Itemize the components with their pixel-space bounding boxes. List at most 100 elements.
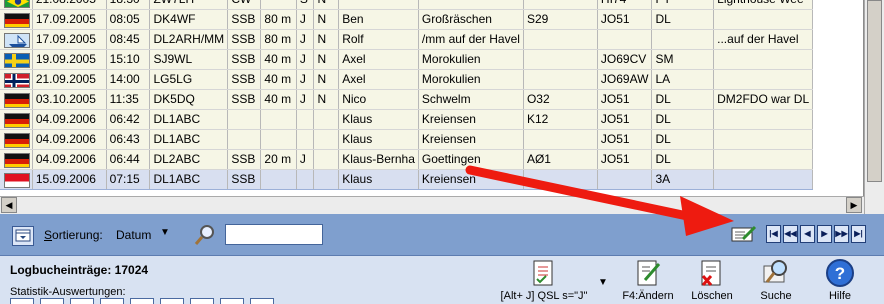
search-button[interactable]: Suche	[748, 258, 804, 302]
cell-qth: Kreiensen	[418, 109, 524, 130]
delete-button[interactable]: Löschen	[684, 258, 740, 302]
nav-prev-page-icon[interactable]: ◀◀	[783, 225, 798, 243]
vertical-scroll-thumb[interactable]	[867, 0, 882, 182]
flag-de-icon	[4, 113, 30, 128]
stat-box[interactable]	[190, 298, 214, 304]
cell-country: PT	[651, 0, 715, 10]
cell-time: 18:30	[106, 0, 151, 10]
flag-cell	[0, 0, 33, 10]
table-row[interactable]: 17.09.2005 08:05 DK4WF SSB 80 m J N Ben Großräsc…	[0, 9, 863, 30]
cell-mode	[227, 129, 262, 150]
edit-document-icon	[633, 258, 663, 288]
cell-mode: SSB	[227, 49, 262, 70]
flag-de-icon	[4, 153, 30, 168]
stat-box[interactable]	[250, 298, 274, 304]
grid-options-icon[interactable]	[12, 226, 34, 246]
edit-record-icon[interactable]	[731, 224, 757, 244]
table-row-selected[interactable]: 15.09.2006 07:15 DL1ABC SSB Klaus Kreiensen 3A	[0, 169, 863, 190]
cell-qth: Schwelm	[418, 89, 524, 110]
vertical-scrollbar[interactable]	[864, 0, 884, 214]
nav-first-icon[interactable]: |◀	[766, 225, 781, 243]
cell-date: 04.09.2006	[32, 149, 107, 170]
cell-q2: N	[313, 49, 340, 70]
sort-label: Sortierung:	[44, 228, 103, 242]
qsl-button[interactable]: [Alt+ J] QSL s="J"	[494, 258, 594, 302]
help-button[interactable]: ? Hilfe	[812, 258, 868, 302]
cell-name: Klaus	[338, 109, 419, 130]
flag-de-icon	[4, 93, 30, 108]
stat-box[interactable]	[70, 298, 94, 304]
cell-loc: JO51	[597, 129, 653, 150]
stat-box[interactable]	[10, 298, 34, 304]
cell-band	[260, 109, 297, 130]
cell-mode: CW	[227, 0, 262, 10]
cell-call: SJ9WL	[149, 49, 229, 70]
flag-de-icon	[4, 13, 30, 28]
cell-call: DL1ABC	[149, 169, 229, 190]
record-navigator: |◀ ◀◀ ◀ ▶ ▶▶ ▶|	[766, 225, 866, 243]
cell-name: Axel	[338, 49, 419, 70]
logbook-grid[interactable]: 21.08.200518:30ZW7LHCWSNHI74PTLighthouse…	[0, 0, 864, 196]
cell-dok	[523, 29, 598, 50]
stat-box[interactable]	[40, 298, 64, 304]
cell-country	[651, 29, 715, 50]
cell-q1: J	[296, 9, 315, 30]
table-row[interactable]: 19.09.2005 15:10 SJ9WL SSB 40 m J N Axel Morokul…	[0, 49, 863, 70]
cell-name: Rolf	[338, 29, 419, 50]
table-row[interactable]: 21.08.200518:30ZW7LHCW SN HI74PTLighthouse…	[0, 0, 863, 10]
edit-button[interactable]: F4:Ändern	[620, 258, 676, 302]
horizontal-scrollbar[interactable]: ◀ ▶	[0, 196, 864, 214]
cell-call: DK4WF	[149, 9, 229, 30]
nav-prev-icon[interactable]: ◀	[800, 225, 815, 243]
cell-band: 40 m	[260, 89, 297, 110]
cell-call: DL1ABC	[149, 129, 229, 150]
cell-date: 17.09.2005	[32, 29, 107, 50]
cell-qth: Morokulien	[418, 49, 524, 70]
stat-box[interactable]	[160, 298, 184, 304]
flag-cell	[0, 129, 33, 150]
cell-q2	[313, 149, 340, 170]
cell-loc: JO69CV	[597, 49, 653, 70]
cell-remark	[713, 9, 814, 30]
cell-band	[260, 169, 297, 190]
chevron-down-icon[interactable]: ▼	[160, 227, 170, 238]
scroll-left-button[interactable]: ◀	[1, 197, 17, 213]
qsl-dropdown-icon[interactable]: ▼	[598, 277, 608, 288]
stat-box[interactable]	[220, 298, 244, 304]
flag-boat-icon	[4, 33, 30, 48]
cell-remark	[713, 129, 814, 150]
cell-date: 15.09.2006	[32, 169, 107, 190]
table-row[interactable]: 04.09.2006 06:44 DL2ABC SSB 20 m J Klaus-Bernh…	[0, 149, 863, 170]
cell-dok: O32	[523, 89, 598, 110]
scroll-right-button[interactable]: ▶	[846, 197, 862, 213]
cell-mode: SSB	[227, 9, 262, 30]
cell-remark	[713, 49, 814, 70]
cell-name: Nico	[338, 89, 419, 110]
search-magnifier-icon[interactable]	[192, 222, 218, 248]
table-row[interactable]: 04.09.2006 06:42 DL1ABC Klaus Kreiensen K12 JO…	[0, 109, 863, 130]
table-row[interactable]: 21.09.2005 14:00 LG5LG SSB 40 m J N Axel Morokul…	[0, 69, 863, 90]
nav-last-icon[interactable]: ▶|	[851, 225, 866, 243]
search-input[interactable]	[225, 224, 323, 245]
stat-box[interactable]	[100, 298, 124, 304]
cell-call: DK5DQ	[149, 89, 229, 110]
cell-call: DL2ABC	[149, 149, 229, 170]
cell-q2: N	[313, 89, 340, 110]
stat-box[interactable]	[130, 298, 154, 304]
nav-next-icon[interactable]: ▶	[817, 225, 832, 243]
table-row[interactable]: 04.09.2006 06:43 DL1ABC Klaus Kreiensen JO51 D…	[0, 129, 863, 150]
cell-band: 40 m	[260, 49, 297, 70]
flag-br-icon	[4, 0, 30, 8]
table-row[interactable]: 17.09.2005 08:45 DL2ARH/MM SSB 80 m J N Rolf/mm…	[0, 29, 863, 50]
cell-q1	[296, 109, 315, 130]
nav-next-page-icon[interactable]: ▶▶	[834, 225, 849, 243]
cell-q2: N	[313, 0, 340, 10]
table-row[interactable]: 03.10.2005 11:35 DK5DQ SSB 40 m J N Nico Schwelm…	[0, 89, 863, 110]
flag-cell	[0, 69, 33, 90]
cell-date: 04.09.2006	[32, 129, 107, 150]
cell-time: 07:15	[106, 169, 151, 190]
cell-name: Klaus	[338, 169, 419, 190]
cell-remark: Lighthouse Wee	[713, 0, 814, 10]
cell-band: 20 m	[260, 149, 297, 170]
sort-select[interactable]: Datum	[116, 228, 151, 242]
